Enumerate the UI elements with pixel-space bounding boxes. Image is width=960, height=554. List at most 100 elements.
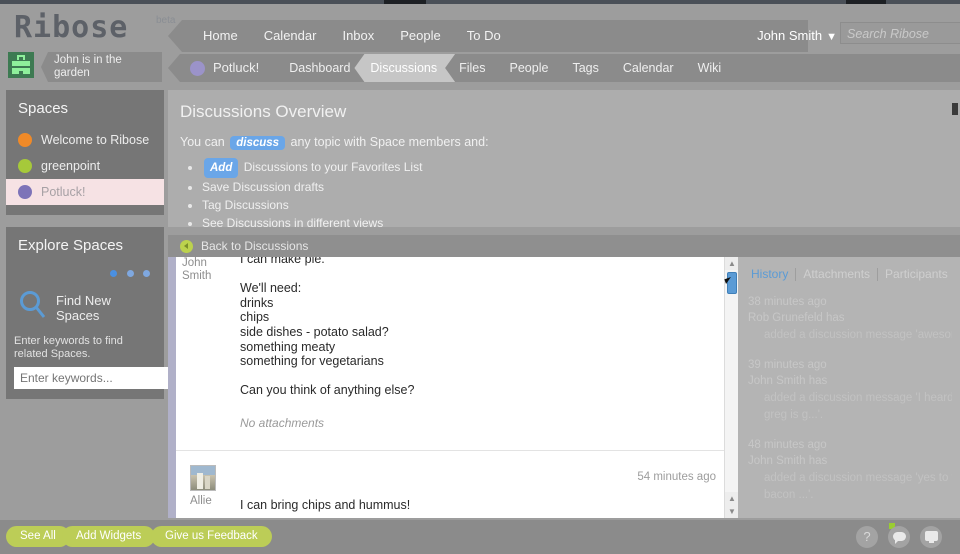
space-tab-calendar[interactable]: Calendar — [611, 54, 686, 82]
nav-item-people[interactable]: People — [387, 20, 453, 52]
find-new-spaces-label: Find New Spaces — [56, 292, 111, 323]
history-entry: 39 minutes ago John Smith has added a di… — [738, 344, 960, 424]
sidebar-item-greenpoint[interactable]: greenpoint — [6, 153, 164, 179]
space-tab-wiki[interactable]: Wiki — [686, 54, 734, 82]
avatar-photo-detail — [197, 472, 203, 489]
history-actor: Rob Grunefeld has — [748, 312, 845, 324]
sidebar: Spaces Welcome to Ribose greenpoint Potl… — [6, 90, 196, 411]
carousel-dot-1[interactable] — [110, 270, 118, 277]
space-color-dot — [18, 159, 32, 173]
add-widgets-button[interactable]: Add Widgets — [62, 526, 156, 547]
space-tab-dashboard[interactable]: Dashboard — [277, 54, 362, 82]
message-line: something meaty — [240, 339, 336, 354]
space-tab-tags[interactable]: Tags — [560, 54, 610, 82]
message-author: John Smith — [182, 257, 228, 283]
tab-history[interactable]: History — [744, 267, 795, 281]
history-timestamp: 38 minutes ago — [748, 296, 827, 308]
give-feedback-button[interactable]: Give us Feedback — [151, 526, 272, 547]
nav-item-todo[interactable]: To Do — [454, 20, 514, 52]
nav-item-calendar[interactable]: Calendar — [251, 20, 330, 52]
add-pill[interactable]: Add — [204, 158, 239, 178]
back-to-discussions-bar[interactable]: Back to Discussions — [168, 235, 960, 257]
history-actor: John Smith has — [748, 375, 828, 387]
overview-intro: You can discuss any topic with Space mem… — [168, 122, 960, 150]
list-item-text: Tag Discussions — [202, 198, 289, 212]
back-to-discussions-label: Back to Discussions — [201, 239, 309, 253]
message-line-blank — [240, 267, 718, 282]
message-body: I can make pie. We'll need: drinks chips… — [240, 257, 738, 398]
space-color-dot — [18, 185, 32, 199]
search-input[interactable]: Search Ribose — [840, 22, 960, 44]
avatar[interactable] — [190, 464, 216, 491]
space-color-dot — [190, 60, 205, 76]
explore-panel-title: Explore Spaces — [18, 237, 124, 254]
history-timestamp: 39 minutes ago — [748, 359, 827, 371]
screen-icon[interactable] — [920, 526, 942, 548]
list-item-text: Save Discussion drafts — [202, 180, 325, 194]
back-arrow-icon[interactable] — [180, 239, 193, 253]
app-root: Ribose beta Home Calendar Inbox People T… — [0, 0, 960, 554]
message-line: side dishes - potato salad? — [240, 324, 389, 339]
tab-attachments[interactable]: Attachments — [796, 267, 877, 281]
history-timestamp: 48 minutes ago — [748, 439, 827, 451]
tab-participants[interactable]: Participants — [878, 267, 955, 281]
message-author: Allie — [190, 494, 212, 507]
sidebar-item-welcome-to-ribose[interactable]: Welcome to Ribose — [6, 127, 164, 153]
see-all-button[interactable]: See All — [6, 526, 70, 547]
sidebar-item-label: Potluck! — [41, 185, 86, 199]
brand-beta-label: beta — [156, 15, 176, 26]
sidebar-item-potluck[interactable]: Potluck! — [6, 179, 164, 205]
brand-logo-text: Ribose — [14, 10, 129, 45]
find-new-spaces-row[interactable]: Find New Spaces — [6, 286, 164, 335]
scroll-down-icon[interactable]: ▼ — [725, 505, 738, 518]
space-nav-title[interactable]: Potluck! — [213, 54, 277, 82]
nav-item-inbox[interactable]: Inbox — [329, 20, 387, 52]
overview-bullet-list: Add Discussions to your Favorites List S… — [202, 158, 960, 232]
message-line: drinks — [240, 295, 274, 310]
space-tab-discussions[interactable]: Discussions — [354, 54, 455, 82]
nav-item-home[interactable]: Home — [190, 20, 251, 52]
chat-bubble-glyph — [892, 532, 906, 544]
history-actor: John Smith has — [748, 455, 828, 467]
brand-logo[interactable]: Ribose beta — [14, 10, 175, 45]
user-status-chip[interactable]: John is in the garden — [8, 52, 162, 82]
sidebar-item-label: greenpoint — [41, 159, 101, 173]
space-tab-files[interactable]: Files — [447, 54, 497, 82]
keyword-input[interactable] — [14, 367, 181, 389]
history-tab-bar: History Attachments Participants — [738, 257, 960, 281]
close-icon[interactable] — [952, 103, 958, 115]
history-entry: 48 minutes ago John Smith has added a di… — [738, 424, 960, 504]
avatar[interactable] — [8, 52, 34, 78]
help-icon[interactable]: ? — [856, 526, 878, 548]
scroll-down-icon[interactable]: ▲ — [725, 492, 738, 505]
explore-hint-text: Enter keywords to find related Spaces. — [14, 335, 123, 360]
thread-scrollbar[interactable]: ▲ ▲ ▼ — [724, 257, 738, 518]
carousel-dot-3[interactable] — [143, 270, 150, 277]
history-action: added a discussion message 'awesome — [764, 329, 952, 341]
message-item: John Smith I can make pie. We'll need: d… — [168, 257, 738, 451]
explore-spaces-panel: Explore Spaces Find New Spaces Enter key… — [6, 227, 196, 399]
avatar-photo-detail — [205, 475, 210, 489]
carousel-dots[interactable] — [6, 264, 164, 286]
discuss-pill[interactable]: discuss — [230, 136, 286, 150]
bottom-bar: See All Add Widgets Give us Feedback ? — [0, 520, 960, 554]
history-action: greg is g...'. — [764, 409, 824, 421]
history-entry: 38 minutes ago Rob Grunefeld has added a… — [738, 281, 960, 344]
status-text-line2: garden — [54, 67, 90, 79]
status-text-line1: John is in the — [54, 54, 122, 66]
primary-nav: Home Calendar Inbox People To Do — [168, 20, 808, 52]
user-menu[interactable]: John Smith ▼ — [757, 28, 837, 43]
space-tab-people[interactable]: People — [498, 54, 561, 82]
message-line: I can make pie. — [240, 257, 325, 266]
message-author-line2: Smith — [182, 270, 212, 282]
overview-intro-after: any topic with Space members and: — [290, 135, 489, 149]
history-action: added a discussion message 'yes to th — [764, 472, 952, 484]
carousel-dot-2[interactable] — [126, 270, 134, 277]
chat-icon[interactable] — [888, 526, 910, 548]
spaces-panel-title: Spaces — [18, 100, 69, 117]
search-icon — [16, 288, 50, 327]
list-item-text: See Discussions in different views — [202, 216, 384, 230]
history-action: bacon ...'. — [764, 489, 814, 501]
discussions-overview-panel: Discussions Overview You can discuss any… — [168, 90, 960, 230]
scroll-up-icon[interactable]: ▲ — [725, 257, 738, 270]
